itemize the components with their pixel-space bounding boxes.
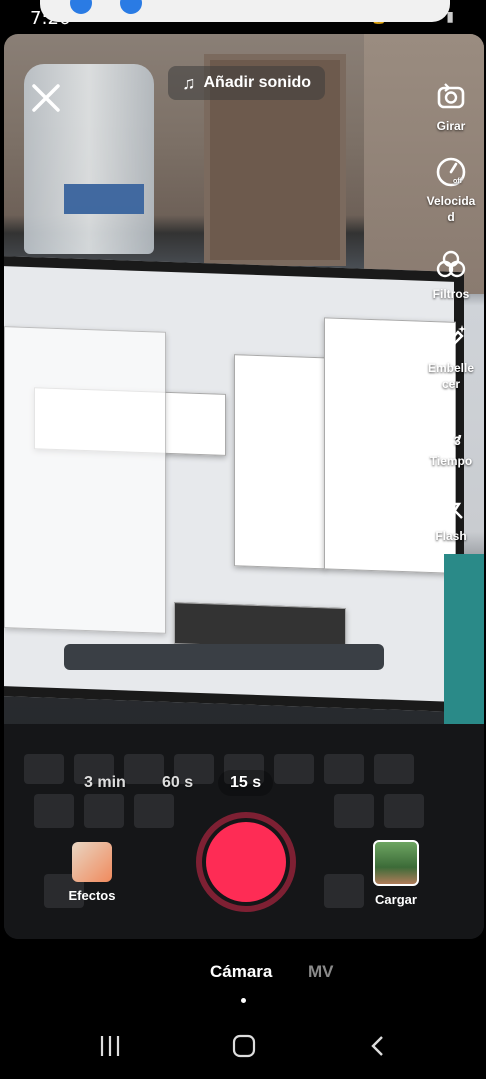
- add-sound-label: Añadir sonido: [203, 74, 312, 91]
- speed-button[interactable]: off Velocidad: [416, 155, 486, 225]
- duration-3min[interactable]: 3 min: [84, 774, 126, 792]
- music-note-icon: ♫: [182, 72, 196, 93]
- camera-preview[interactable]: [4, 34, 484, 939]
- mode-mv[interactable]: MV: [308, 962, 334, 982]
- svg-text:off: off: [453, 178, 463, 185]
- system-nav-bar: [0, 1010, 486, 1079]
- duration-60s[interactable]: 60 s: [162, 774, 193, 792]
- mode-bar: Cámara MV: [0, 940, 486, 1010]
- recent-apps-icon[interactable]: [90, 1034, 130, 1058]
- timer-label: Tiempo: [429, 454, 473, 468]
- effects-button[interactable]: Efectos: [62, 842, 122, 903]
- screen-finder: [234, 354, 326, 570]
- upload-thumbnail: [373, 840, 419, 886]
- timer-button[interactable]: 3 Tiempo: [416, 415, 486, 469]
- timer-icon: 3: [436, 416, 462, 448]
- upload-label: Cargar: [375, 892, 417, 907]
- duration-15s[interactable]: 15 s: [218, 770, 274, 796]
- flash-label: Flash: [435, 529, 467, 543]
- filters-button[interactable]: Filtros: [416, 248, 486, 302]
- flash-button[interactable]: Flash: [416, 490, 486, 544]
- flip-camera-button[interactable]: Girar: [416, 80, 486, 134]
- svg-text:3: 3: [454, 434, 461, 448]
- notification-dot: [120, 0, 142, 14]
- mode-indicator: [241, 998, 246, 1003]
- laptop-dock: [64, 644, 384, 670]
- speed-label: Velocidad: [426, 194, 476, 224]
- mode-camera[interactable]: Cámara: [210, 962, 272, 982]
- beautify-icon: [438, 325, 466, 356]
- close-button[interactable]: [26, 78, 66, 118]
- key: [324, 874, 364, 908]
- filters-label: Filtros: [432, 287, 470, 301]
- beautify-button[interactable]: Embellecer: [416, 322, 486, 392]
- flip-label: Girar: [436, 119, 466, 133]
- back-icon[interactable]: [358, 1034, 398, 1058]
- notification-dot: [70, 0, 92, 14]
- upload-button[interactable]: Cargar: [366, 840, 426, 907]
- notification-pill: [40, 0, 450, 22]
- record-button[interactable]: [206, 822, 286, 902]
- screen-browser: [4, 326, 166, 634]
- duration-selector: 3 min 60 s 15 s: [0, 770, 486, 800]
- filters-icon: [436, 250, 466, 278]
- close-icon: [32, 84, 60, 112]
- home-icon[interactable]: [224, 1034, 264, 1058]
- bottle-label: [64, 184, 144, 214]
- screen-toast: [174, 602, 346, 651]
- background-object: [444, 554, 484, 734]
- add-sound-button[interactable]: ♫ Añadir sonido: [168, 66, 326, 100]
- effects-icon: [72, 842, 112, 882]
- effects-label: Efectos: [68, 888, 116, 903]
- flash-off-icon: [439, 492, 463, 522]
- flip-camera-icon: [437, 83, 465, 109]
- speed-icon: off: [436, 157, 466, 187]
- beautify-label: Embellecer: [427, 361, 475, 391]
